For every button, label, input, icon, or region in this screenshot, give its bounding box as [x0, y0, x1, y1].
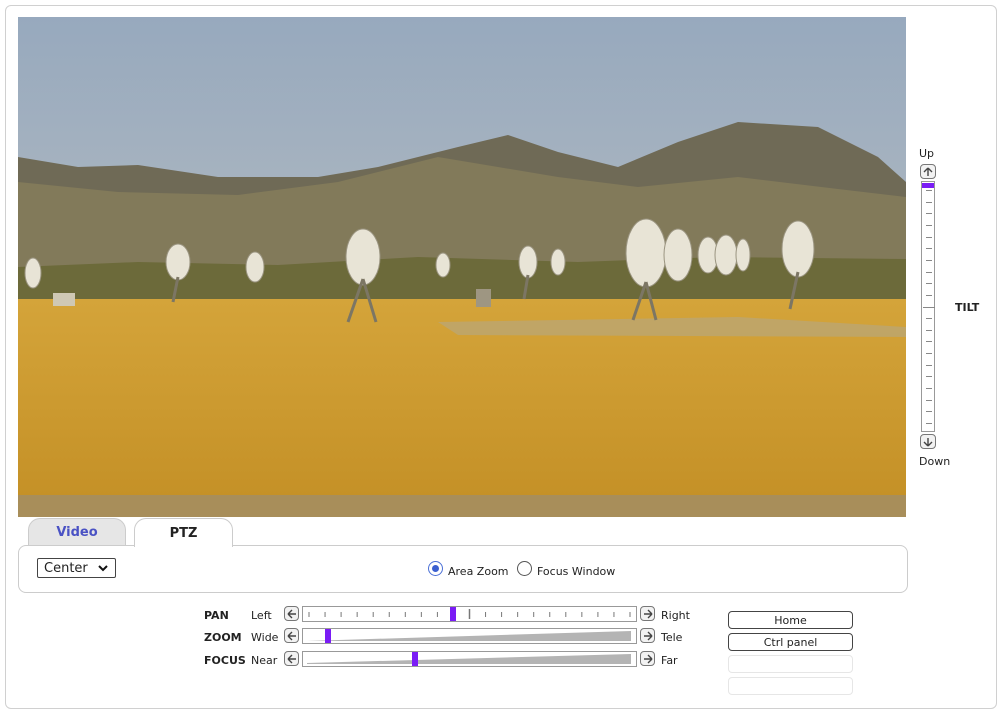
focus-max-label: Far — [661, 654, 678, 667]
arrow-left-icon — [287, 631, 296, 640]
pan-label: PAN — [204, 609, 229, 622]
arrow-right-icon — [643, 654, 652, 663]
focus-window-label: Focus Window — [537, 565, 616, 578]
focus-window-radio[interactable] — [517, 561, 532, 576]
tilt-up-label: Up — [919, 147, 935, 160]
tilt-tick — [926, 341, 932, 342]
chevron-down-icon — [98, 565, 108, 572]
focus-min-label: Near — [251, 654, 278, 667]
tab-video[interactable]: Video — [28, 518, 126, 546]
camera-image — [18, 17, 906, 517]
area-zoom-label: Area Zoom — [448, 565, 509, 578]
pan-min-label: Left — [251, 609, 272, 622]
tilt-tick — [926, 272, 932, 273]
ctrl-panel-button[interactable]: Ctrl panel — [728, 633, 853, 651]
focus-slider-ramp — [307, 654, 631, 664]
pan-max-label: Right — [661, 609, 690, 622]
tilt-tick — [926, 190, 932, 191]
focus-slider[interactable] — [302, 651, 637, 667]
focus-slider-thumb[interactable] — [412, 652, 418, 666]
tilt-slider-thumb[interactable] — [922, 183, 934, 188]
tilt-down-label: Down — [919, 455, 951, 468]
focus-label: FOCUS — [204, 654, 246, 667]
tilt-tick — [926, 400, 932, 401]
zoom-out-button[interactable] — [284, 628, 299, 643]
empty-button-slot — [728, 655, 853, 673]
pan-left-button[interactable] — [284, 606, 299, 621]
zoom-slider-thumb[interactable] — [325, 629, 331, 643]
tilt-tick — [923, 307, 935, 308]
tilt-tick — [926, 283, 932, 284]
arrow-left-icon — [287, 609, 296, 618]
tilt-up-button[interactable] — [920, 164, 936, 179]
tilt-title: TILT — [955, 301, 980, 314]
tilt-tick — [926, 260, 932, 261]
arrow-left-icon — [287, 654, 296, 663]
tilt-tick — [926, 248, 932, 249]
tilt-tick — [926, 376, 932, 377]
arrow-up-icon — [923, 167, 933, 176]
tilt-tick — [926, 330, 932, 331]
pan-slider-ticks — [308, 609, 631, 619]
tilt-tick — [926, 202, 932, 203]
tilt-down-button[interactable] — [920, 434, 936, 449]
zoom-slider[interactable] — [302, 628, 637, 644]
zoom-max-label: Tele — [661, 631, 683, 644]
camera-view[interactable] — [18, 17, 906, 517]
pan-right-button[interactable] — [640, 606, 655, 621]
zoom-label: ZOOM — [204, 631, 242, 644]
tilt-tick — [926, 365, 932, 366]
arrow-right-icon — [643, 631, 652, 640]
tilt-tick — [926, 388, 932, 389]
tilt-tick — [926, 411, 932, 412]
zoom-in-button[interactable] — [640, 628, 655, 643]
tilt-slider[interactable] — [921, 181, 935, 432]
focus-far-button[interactable] — [640, 651, 655, 666]
zoom-slider-ramp — [307, 631, 631, 641]
tilt-tick — [926, 213, 932, 214]
zoom-min-label: Wide — [251, 631, 279, 644]
tilt-tick — [926, 237, 932, 238]
arrow-right-icon — [643, 609, 652, 618]
tilt-tick — [926, 318, 932, 319]
focus-near-button[interactable] — [284, 651, 299, 666]
preset-select[interactable]: Center — [37, 558, 116, 578]
empty-button-slot — [728, 677, 853, 695]
pan-slider[interactable] — [302, 606, 637, 622]
tilt-tick — [926, 225, 932, 226]
area-zoom-radio[interactable] — [428, 561, 443, 576]
tilt-tick — [926, 423, 932, 424]
arrow-down-icon — [923, 437, 933, 446]
tilt-tick — [926, 353, 932, 354]
tilt-tick — [926, 295, 932, 296]
pan-slider-thumb[interactable] — [450, 607, 456, 621]
tab-ptz[interactable]: PTZ — [134, 518, 233, 547]
home-button[interactable]: Home — [728, 611, 853, 629]
preset-select-value: Center — [44, 560, 88, 576]
